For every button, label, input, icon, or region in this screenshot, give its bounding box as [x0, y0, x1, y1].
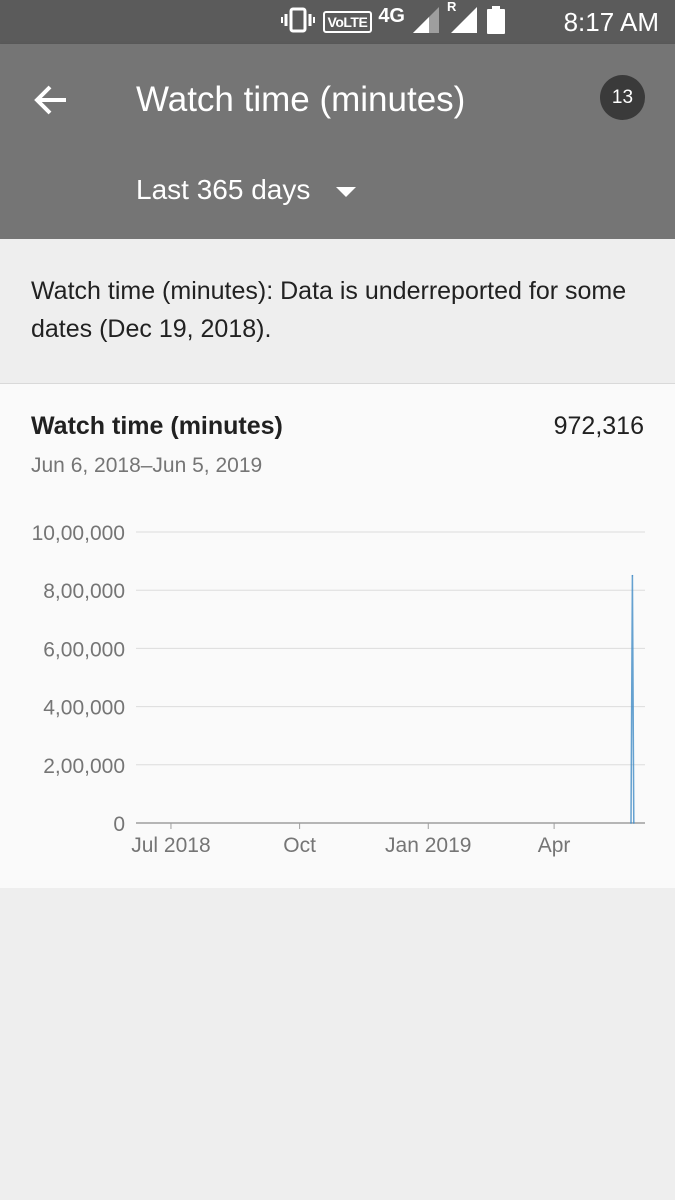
metric-total-value: 972,316 — [553, 412, 644, 440]
y-tick-label: 2,00,000 — [43, 755, 125, 778]
status-time: 8:17 AM — [563, 7, 659, 37]
page-title: Watch time (minutes) — [136, 80, 466, 119]
volte-icon: VoLTE — [322, 11, 373, 33]
data-notice-text: Watch time (minutes): Data is underrepor… — [31, 277, 627, 343]
back-button[interactable] — [26, 74, 78, 126]
metric-date-range: Jun 6, 2018–Jun 5, 2019 — [31, 454, 263, 477]
y-tick-label: 0 — [113, 813, 125, 836]
date-range-label: Last 365 days — [136, 174, 311, 205]
data-notice: Watch time (minutes): Data is underrepor… — [0, 239, 675, 384]
watch-time-chart: 0 2,00,000 4,00,000 6,00,000 8,00,000 10,00,0… — [32, 522, 645, 857]
x-tick-label: Apr — [538, 834, 571, 857]
y-tick-label: 8,00,000 — [43, 580, 125, 603]
vibrate-icon — [280, 7, 315, 38]
caret-down-icon — [336, 187, 357, 197]
signal-icon — [413, 6, 441, 38]
x-tick-label: Oct — [283, 834, 316, 857]
status-bar: VoLTE 4G R 8:17 AM — [0, 0, 675, 44]
notification-count-badge[interactable]: 13 — [600, 75, 645, 120]
x-tick-label: Jan 2019 — [385, 834, 471, 857]
data-point — [630, 822, 632, 824]
data-point — [631, 574, 634, 577]
metric-card: Watch time (minutes) 972,316 Jun 6, 2018… — [0, 384, 675, 888]
y-tick-label: 10,00,000 — [32, 522, 125, 545]
network-type-label: 4G — [378, 4, 405, 27]
metric-title: Watch time (minutes) — [31, 412, 283, 440]
roaming-label: R — [447, 0, 457, 14]
status-icons: VoLTE 4G R — [273, 0, 505, 39]
signal-roaming-icon: R — [447, 0, 479, 38]
arrow-back-icon — [34, 85, 66, 115]
y-tick-label: 4,00,000 — [43, 697, 125, 720]
x-tick-label: Jul 2018 — [131, 834, 210, 857]
series-line — [630, 575, 635, 824]
battery-icon — [487, 5, 505, 39]
data-point — [633, 822, 635, 824]
y-tick-label: 6,00,000 — [43, 638, 125, 661]
app-bar: Watch time (minutes) 13 Last 365 days — [0, 44, 675, 239]
date-range-dropdown[interactable]: Last 365 days — [136, 168, 357, 212]
